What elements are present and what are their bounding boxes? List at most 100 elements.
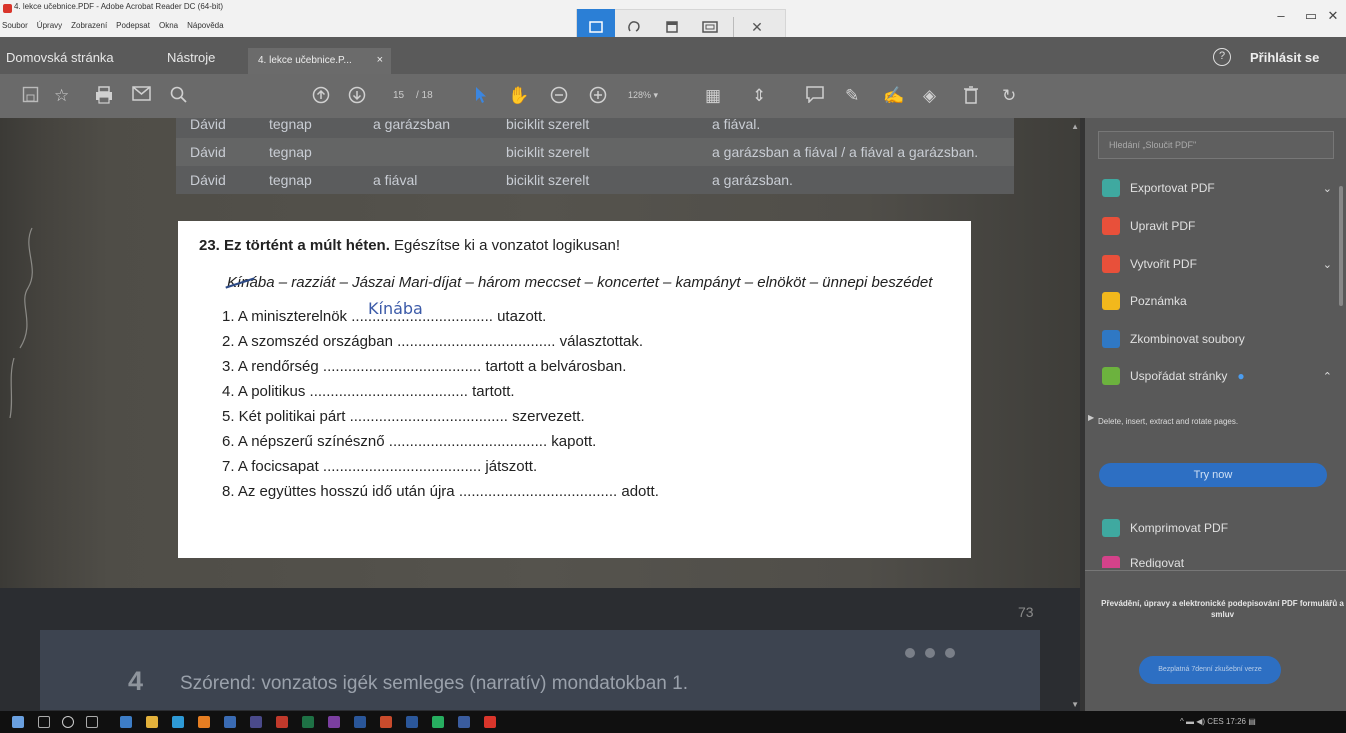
menu-soubor[interactable]: Soubor (2, 21, 28, 30)
freeform-snip-icon (628, 21, 640, 32)
scroll-down-arrow-icon[interactable]: ▼ (1071, 700, 1079, 709)
edge-icon[interactable] (172, 716, 184, 728)
tab-document-close-button[interactable]: × (377, 54, 383, 66)
task-view-icon[interactable] (86, 716, 98, 728)
pen-icon[interactable]: ✎ (845, 86, 859, 106)
email-icon[interactable] (132, 86, 151, 106)
stamp-icon[interactable]: ◈ (923, 86, 936, 106)
zoom-level-dropdown[interactable]: 128% ▾ (628, 90, 658, 101)
minimize-button[interactable]: – (1266, 8, 1296, 23)
free-trial-button[interactable]: Bezplatná 7denní zkušební verze (1139, 656, 1281, 684)
login-button[interactable]: Přihlásit se (1250, 50, 1319, 65)
windows-taskbar: ^ ▬ ◀) CES 17:26 ▤ (0, 711, 1346, 733)
tab-document[interactable]: 4. lekce učebnice.P... × (248, 48, 391, 74)
exercise-item: 5. Két politikai párt ..................… (222, 408, 585, 425)
delete-icon[interactable] (963, 86, 979, 109)
input-language[interactable]: CES (1207, 717, 1223, 726)
network-icon[interactable]: ▬ (1186, 717, 1194, 726)
windows-start-icon[interactable] (12, 716, 24, 728)
chevron-up-icon[interactable]: ⌃ (1323, 370, 1332, 383)
tool-export-pdf[interactable]: Exportovat PDF ⌄ (1102, 178, 1332, 198)
taskbar-app-icon[interactable] (276, 716, 288, 728)
select-tool-icon[interactable] (474, 86, 488, 109)
page-number-input[interactable]: 15 (393, 90, 404, 101)
chevron-down-icon[interactable]: ⌄ (1323, 182, 1332, 195)
file-explorer-icon[interactable] (146, 716, 158, 728)
acrobat-app-icon (3, 4, 12, 13)
search-icon[interactable] (38, 716, 50, 728)
tool-organize-pages[interactable]: Uspořádat stránky ● ⌃ (1102, 366, 1332, 386)
word-icon[interactable] (354, 716, 366, 728)
tools-search-input[interactable]: Hledání „Sloučit PDF" (1098, 131, 1334, 159)
tab-tools[interactable]: Nástroje (167, 50, 215, 65)
menu-upravy[interactable]: Úpravy (37, 21, 62, 30)
tool-label: Poznámka (1130, 294, 1187, 308)
taskbar-app-icon[interactable] (224, 716, 236, 728)
chevron-down-icon[interactable]: ⌄ (1323, 258, 1332, 271)
save-icon[interactable] (22, 86, 39, 108)
tool-edit-pdf[interactable]: Upravit PDF (1102, 216, 1332, 236)
cortana-icon[interactable] (62, 716, 74, 728)
organize-pages-description: Delete, insert, extract and rotate pages… (1098, 417, 1239, 426)
taskbar-app-icon[interactable] (120, 716, 132, 728)
compress-pdf-icon (1102, 519, 1120, 537)
tool-compress-pdf[interactable]: Komprimovat PDF (1102, 518, 1332, 538)
search-icon[interactable] (170, 86, 188, 109)
table-cell: biciklit szerelt (506, 172, 590, 188)
tool-combine-files[interactable]: Zkombinovat soubory (1102, 329, 1332, 349)
taskbar-app-icon[interactable] (250, 716, 262, 728)
try-now-button[interactable]: Try now (1099, 463, 1327, 487)
close-window-button[interactable]: ✕ (1318, 8, 1346, 24)
collapse-pane-arrow-icon[interactable]: ▶ (1088, 413, 1094, 422)
comment-icon[interactable] (806, 86, 824, 108)
bookmark-star-icon[interactable]: ☆ (54, 86, 69, 106)
acrobat-taskbar-icon[interactable] (484, 716, 496, 728)
tool-create-pdf[interactable]: Vytvořit PDF ⌄ (1102, 254, 1332, 274)
edit-pdf-icon (1102, 217, 1120, 235)
next-page-icon[interactable] (348, 86, 366, 109)
scroll-mode-icon[interactable]: ⇕ (752, 86, 766, 106)
clock[interactable]: 17:26 (1226, 717, 1246, 726)
word-bank: Kínába – razziát – Jászai Mari-díjat – h… (227, 274, 932, 291)
fit-page-icon[interactable]: ▦ (705, 86, 721, 106)
taskbar-app-icon[interactable] (406, 716, 418, 728)
menu-zobrazeni[interactable]: Zobrazení (71, 21, 107, 30)
tool-redact[interactable]: Redigovat (1102, 556, 1332, 568)
organize-pages-icon (1102, 367, 1120, 385)
margin-sketch (9, 227, 33, 418)
word-bank-struck-word: Kínába (227, 274, 275, 291)
chapter-title: Szórend: vonzatos igék semleges (narratí… (180, 673, 688, 694)
help-icon[interactable]: ? (1213, 48, 1231, 66)
promo-text: Převádění, úpravy a elektronické podepis… (1101, 599, 1344, 619)
menu-napoveda[interactable]: Nápověda (187, 21, 223, 30)
previous-page-icon[interactable] (312, 86, 330, 109)
sign-icon[interactable]: ✍ (883, 86, 904, 106)
fullscreen-snip-icon (702, 21, 718, 33)
rotate-icon[interactable]: ↻ (1002, 86, 1016, 106)
excel-icon[interactable] (302, 716, 314, 728)
exercise-item: 3. A rendőrség .........................… (222, 358, 627, 375)
powerpoint-icon[interactable] (380, 716, 392, 728)
volume-icon[interactable]: ◀) (1196, 717, 1205, 726)
table-cell: biciklit szerelt (506, 118, 590, 132)
hand-tool-icon[interactable]: ✋ (508, 86, 529, 106)
tools-pane-scrollbar[interactable] (1339, 186, 1343, 306)
table-cell: Dávid (190, 118, 226, 132)
scroll-up-arrow-icon[interactable]: ▲ (1071, 122, 1079, 131)
menu-podepsat[interactable]: Podepsat (116, 21, 150, 30)
onenote-icon[interactable] (328, 716, 340, 728)
taskbar-app-icon[interactable] (432, 716, 444, 728)
tool-comment[interactable]: Poznámka (1102, 291, 1332, 311)
notifications-icon[interactable]: ▤ (1248, 717, 1256, 726)
tray-arrow-icon[interactable]: ^ (1180, 717, 1184, 726)
system-tray: ^ ▬ ◀) CES 17:26 ▤ (1180, 717, 1256, 726)
menu-okna[interactable]: Okna (159, 21, 178, 30)
table-cell: biciklit szerelt (506, 144, 590, 160)
zoom-out-icon[interactable] (550, 86, 568, 109)
firefox-icon[interactable] (198, 716, 210, 728)
taskbar-app-icon[interactable] (458, 716, 470, 728)
print-icon[interactable] (94, 86, 114, 109)
document-viewport[interactable]: Dávid tegnap a garázsban biciklit szerel… (0, 118, 1085, 711)
zoom-in-icon[interactable] (589, 86, 607, 109)
tab-home[interactable]: Domovská stránka (6, 50, 114, 65)
